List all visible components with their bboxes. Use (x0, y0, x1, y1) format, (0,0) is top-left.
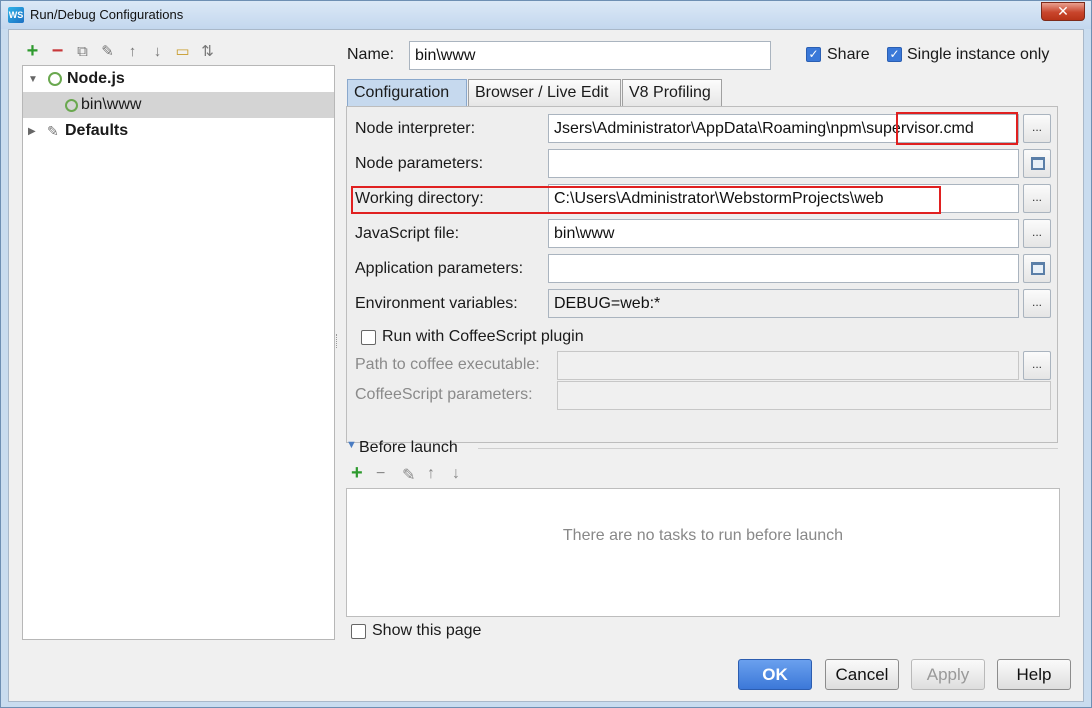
add-task-icon[interactable]: + (351, 462, 363, 485)
splitter-handle[interactable] (336, 334, 339, 348)
application-parameters-input[interactable] (548, 254, 1019, 283)
node-interpreter-label: Node interpreter: (355, 120, 476, 137)
nodejs-config-icon (65, 98, 78, 112)
title-bar[interactable]: WS Run/Debug Configurations ✕ (1, 1, 1091, 29)
expand-editor-icon (1031, 262, 1045, 275)
single-instance-label: Single instance only (907, 46, 1050, 63)
node-parameters-input[interactable] (548, 149, 1019, 178)
tree-item-defaults[interactable]: ▶ ✎ Defaults (23, 118, 334, 144)
close-button[interactable]: ✕ (1041, 2, 1085, 21)
folder-icon[interactable]: ▭ (173, 42, 192, 61)
edit-task-icon[interactable]: ✎ (402, 465, 415, 485)
window-title: Run/Debug Configurations (30, 7, 184, 22)
coffee-params-input (557, 381, 1051, 410)
copy-icon[interactable]: ⧉ (73, 42, 92, 61)
browse-directory-button[interactable]: ... (1023, 184, 1051, 213)
javascript-file-label: JavaScript file: (355, 225, 460, 242)
browse-interpreter-button[interactable]: ... (1023, 114, 1051, 143)
before-launch-title[interactable]: Before launch (359, 439, 458, 457)
coffeescript-checkbox[interactable] (361, 330, 376, 345)
name-label: Name: (347, 46, 395, 63)
tree-item-bin-www[interactable]: bin\www (23, 92, 334, 118)
coffee-path-label: Path to coffee executable: (355, 356, 540, 373)
dialog-client-area: + − ⧉ ✎ ↑ ↓ ▭ ⇅ ▼ Node.js bin\www ▶ ✎ De… (8, 29, 1084, 702)
tree-item-nodejs[interactable]: ▼ Node.js (23, 66, 334, 92)
collapsed-arrow-icon[interactable]: ▶ (28, 126, 38, 137)
single-instance-checkbox[interactable]: ✓ (887, 47, 902, 62)
environment-variables-input[interactable]: DEBUG=web:* (548, 289, 1019, 318)
help-button[interactable]: Help (997, 659, 1071, 690)
before-launch-task-list: There are no tasks to run before launch (346, 488, 1060, 617)
edit-env-vars-button[interactable]: ... (1023, 289, 1051, 318)
expand-editor-icon (1031, 157, 1045, 170)
move-task-down-icon[interactable]: ↓ (452, 465, 460, 483)
tree-item-label: Node.js (67, 70, 125, 87)
nodejs-icon (48, 72, 62, 86)
collapse-arrow-icon[interactable]: ▼ (346, 439, 357, 451)
show-this-page-checkbox[interactable] (351, 624, 366, 639)
move-task-up-icon[interactable]: ↑ (427, 465, 435, 483)
remove-task-icon[interactable]: − (376, 465, 385, 483)
expanded-arrow-icon[interactable]: ▼ (28, 74, 38, 85)
name-input[interactable]: bin\www (409, 41, 771, 70)
tab-browser-live-edit[interactable]: Browser / Live Edit (468, 79, 621, 106)
working-directory-highlight-box (351, 186, 941, 214)
tree-item-label: bin\www (81, 96, 142, 113)
show-this-page-label: Show this page (372, 622, 482, 639)
environment-variables-label: Environment variables: (355, 295, 518, 312)
apply-button: Apply (911, 659, 985, 690)
wrench-icon: ✎ (47, 122, 59, 139)
sort-icon[interactable]: ⇅ (198, 42, 217, 61)
supervisor-highlight-box (896, 112, 1018, 145)
before-launch-separator (478, 448, 1058, 449)
ok-button[interactable]: OK (738, 659, 812, 690)
empty-tasks-text: There are no tasks to run before launch (562, 527, 844, 544)
remove-icon[interactable]: − (48, 40, 67, 62)
share-checkbox[interactable]: ✓ (806, 47, 821, 62)
coffeescript-label: Run with CoffeeScript plugin (382, 328, 584, 345)
tab-configuration[interactable]: Configuration (347, 79, 467, 106)
share-label: Share (827, 46, 870, 63)
coffee-path-input (557, 351, 1019, 380)
coffee-params-label: CoffeeScript parameters: (355, 386, 533, 403)
config-tree: ▼ Node.js bin\www ▶ ✎ Defaults (22, 65, 335, 640)
javascript-file-input[interactable]: bin\www (548, 219, 1019, 248)
webstorm-app-icon: WS (8, 7, 24, 23)
tree-item-label: Defaults (65, 122, 129, 139)
expand-parameters-button[interactable] (1023, 149, 1051, 178)
node-parameters-label: Node parameters: (355, 155, 484, 172)
expand-app-parameters-button[interactable] (1023, 254, 1051, 283)
wrench-icon[interactable]: ✎ (98, 42, 117, 61)
cancel-button[interactable]: Cancel (825, 659, 899, 690)
move-up-icon[interactable]: ↑ (123, 42, 142, 61)
browse-coffee-button[interactable]: ... (1023, 351, 1051, 380)
tab-v8-profiling[interactable]: V8 Profiling (622, 79, 722, 106)
move-down-icon[interactable]: ↓ (148, 42, 167, 61)
run-debug-dialog: WS Run/Debug Configurations ✕ + − ⧉ ✎ ↑ … (0, 0, 1092, 708)
application-parameters-label: Application parameters: (355, 260, 524, 277)
config-toolbar: + − ⧉ ✎ ↑ ↓ ▭ ⇅ (23, 40, 217, 62)
browse-js-file-button[interactable]: ... (1023, 219, 1051, 248)
add-icon[interactable]: + (23, 40, 42, 62)
